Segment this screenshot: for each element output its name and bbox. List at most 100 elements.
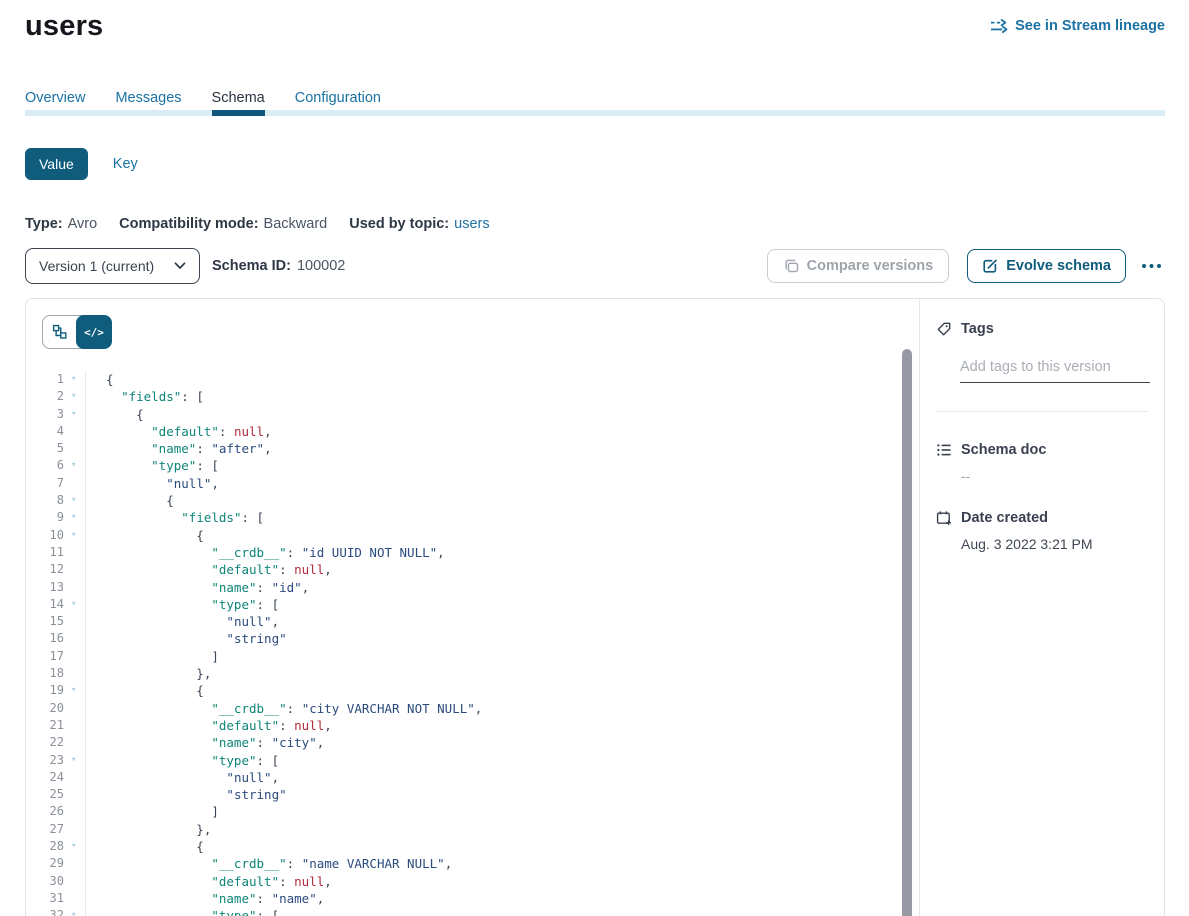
fold-spacer <box>64 821 86 838</box>
line-number: 2 <box>26 388 64 405</box>
fold-spacer <box>64 769 86 786</box>
type-value: Avro <box>68 216 98 232</box>
fold-toggle-icon[interactable]: ▾ <box>64 371 86 388</box>
code-line: 12 "default": null, <box>26 561 919 578</box>
date-created-value: Aug. 3 2022 3:21 PM <box>961 536 1148 552</box>
tag-icon <box>936 321 952 337</box>
fold-spacer <box>64 855 86 872</box>
fold-toggle-icon[interactable]: ▾ <box>64 838 86 855</box>
fold-toggle-icon[interactable]: ▾ <box>64 527 86 544</box>
code-line: 11 "__crdb__": "id UUID NOT NULL", <box>26 544 919 561</box>
code-text: "name": "id", <box>86 579 309 596</box>
add-tags-input[interactable] <box>960 359 1150 383</box>
schema-side-pane: Tags <box>920 299 1164 916</box>
page-header: users See in Stream lineage <box>25 0 1165 43</box>
line-number: 9 <box>26 509 64 526</box>
compatibility-label: Compatibility mode: <box>119 216 258 232</box>
code-text: "string" <box>86 630 287 647</box>
code-line: 23▾ "type": [ <box>26 752 919 769</box>
fold-toggle-icon[interactable]: ▾ <box>64 752 86 769</box>
code-line: 9▾ "fields": [ <box>26 509 919 526</box>
code-text: { <box>86 682 204 699</box>
code-text: { <box>86 406 144 423</box>
compare-versions-label: Compare versions <box>807 258 934 274</box>
fold-spacer <box>64 544 86 561</box>
ellipsis-icon <box>1141 263 1163 269</box>
fold-spacer <box>64 700 86 717</box>
evolve-schema-button[interactable]: Evolve schema <box>967 249 1126 283</box>
date-created-title: Date created <box>961 510 1048 526</box>
line-number: 13 <box>26 579 64 596</box>
line-number: 31 <box>26 890 64 907</box>
code-text: { <box>86 492 174 509</box>
code-text: "null", <box>86 769 279 786</box>
line-number: 8 <box>26 492 64 509</box>
evolve-schema-icon <box>982 258 998 274</box>
fold-toggle-icon[interactable]: ▾ <box>64 907 86 916</box>
code-text: "default": null, <box>86 561 332 578</box>
code-text: "null", <box>86 475 219 492</box>
line-number: 24 <box>26 769 64 786</box>
line-number: 5 <box>26 440 64 457</box>
see-in-stream-lineage-link[interactable]: See in Stream lineage <box>990 18 1165 34</box>
code-line: 6▾ "type": [ <box>26 457 919 474</box>
editor-view-toggle: </> <box>42 315 112 349</box>
fold-toggle-icon[interactable]: ▾ <box>64 388 86 405</box>
fold-spacer <box>64 734 86 751</box>
line-number: 1 <box>26 371 64 388</box>
code-text: "default": null, <box>86 873 332 890</box>
schema-id-label: Schema ID: <box>212 258 291 274</box>
schema-card: </> 1▾{2▾ "fields": [3▾ {4 "default": nu… <box>25 298 1165 916</box>
page-title: users <box>25 10 103 43</box>
tree-view-button[interactable] <box>43 316 77 348</box>
key-toggle-button[interactable]: Key <box>113 156 138 172</box>
line-number: 6 <box>26 457 64 474</box>
code-line: 25 "string" <box>26 786 919 803</box>
code-text: "default": null, <box>86 423 272 440</box>
code-text: ] <box>86 648 219 665</box>
fold-spacer <box>64 717 86 734</box>
schema-meta-row: Type: Avro Compatibility mode: Backward … <box>25 216 1165 232</box>
tab-underline-track <box>25 110 1165 116</box>
code-text: ] <box>86 803 219 820</box>
code-line: 5 "name": "after", <box>26 440 919 457</box>
code-view-button[interactable]: </> <box>76 315 112 349</box>
code-text: }, <box>86 665 211 682</box>
line-number: 11 <box>26 544 64 561</box>
fold-toggle-icon[interactable]: ▾ <box>64 457 86 474</box>
compare-versions-icon <box>783 258 799 274</box>
line-number: 7 <box>26 475 64 492</box>
fold-spacer <box>64 423 86 440</box>
value-toggle-button[interactable]: Value <box>25 148 88 180</box>
fold-spacer <box>64 561 86 578</box>
fold-toggle-icon[interactable]: ▾ <box>64 596 86 613</box>
code-line: 2▾ "fields": [ <box>26 388 919 405</box>
code-line: 17 ] <box>26 648 919 665</box>
fold-spacer <box>64 873 86 890</box>
code-view-icon: </> <box>84 326 104 339</box>
code-line: 18 }, <box>26 665 919 682</box>
fold-toggle-icon[interactable]: ▾ <box>64 406 86 423</box>
code-lines: 1▾{2▾ "fields": [3▾ {4 "default": null,5… <box>26 371 919 916</box>
code-line: 32▾ "type": [ <box>26 907 919 916</box>
line-number: 29 <box>26 855 64 872</box>
code-text: "__crdb__": "name VARCHAR NULL", <box>86 855 452 872</box>
tags-title: Tags <box>961 321 994 337</box>
version-select[interactable]: Version 1 (current) <box>25 248 200 284</box>
fold-toggle-icon[interactable]: ▾ <box>64 509 86 526</box>
fold-toggle-icon[interactable]: ▾ <box>64 682 86 699</box>
line-number: 16 <box>26 630 64 647</box>
line-number: 23 <box>26 752 64 769</box>
tab-schema[interactable]: Schema <box>212 90 265 116</box>
code-line: 1▾{ <box>26 371 919 388</box>
compare-versions-button[interactable]: Compare versions <box>767 249 950 283</box>
more-options-button[interactable] <box>1139 259 1165 273</box>
code-text: "string" <box>86 786 287 803</box>
fold-spacer <box>64 630 86 647</box>
fold-toggle-icon[interactable]: ▾ <box>64 492 86 509</box>
topic-link[interactable]: users <box>454 216 489 232</box>
code-scrollbar-thumb[interactable] <box>902 349 912 916</box>
fold-spacer <box>64 579 86 596</box>
code-line: 22 "name": "city", <box>26 734 919 751</box>
code-line: 24 "null", <box>26 769 919 786</box>
